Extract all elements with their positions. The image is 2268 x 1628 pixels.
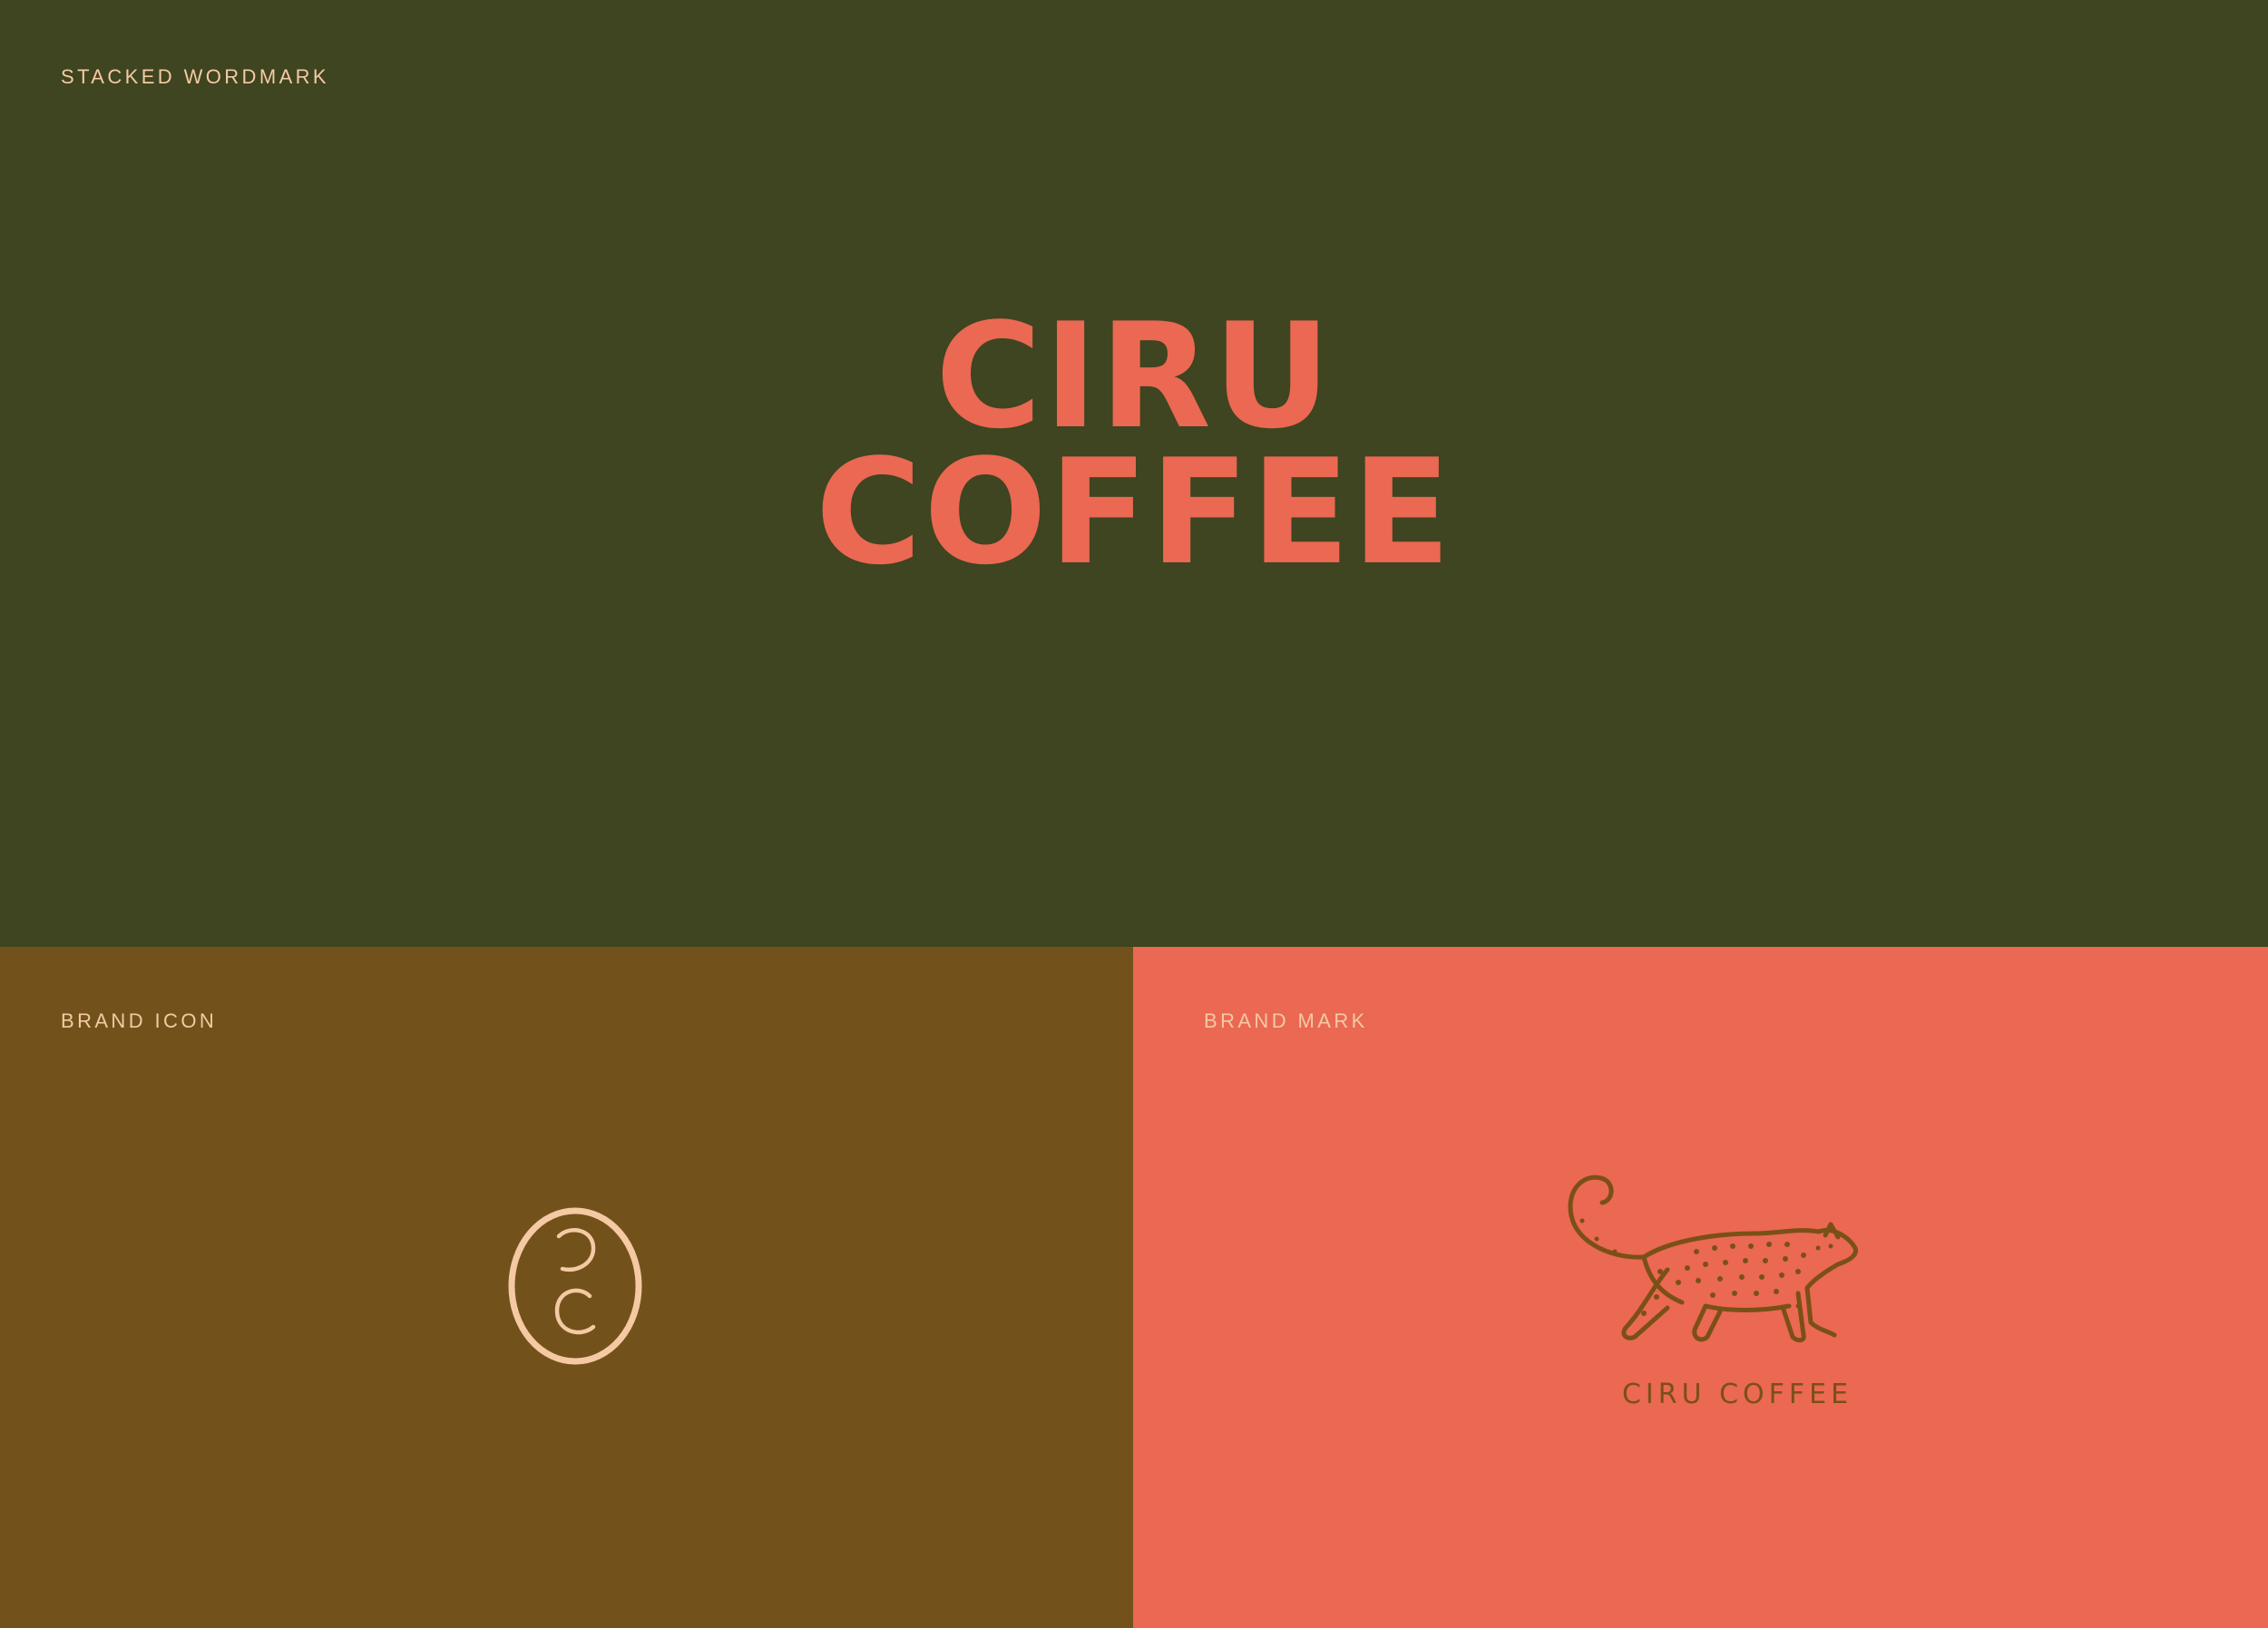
stacked-wordmark: CIRU COFFEE	[0, 291, 2268, 597]
stacked-wordmark-label: STACKED WORDMARK	[61, 65, 330, 88]
wordmark-line-ciru: CIRU	[934, 291, 1334, 461]
brand-mark-name: CIRU COFFEE	[1621, 1379, 1853, 1410]
wordmark-line-coffee: COFFEE	[815, 427, 1453, 597]
brand-mark-label: BRAND MARK	[1204, 1009, 1368, 1032]
brand-icon-label: BRAND ICON	[61, 1009, 218, 1032]
leopard-icon	[1568, 1175, 1858, 1343]
stacked-wordmark-panel: STACKED WORDMARK CIRU COFFEE	[0, 0, 2268, 947]
cc-monogram-oval-icon	[508, 1207, 642, 1365]
